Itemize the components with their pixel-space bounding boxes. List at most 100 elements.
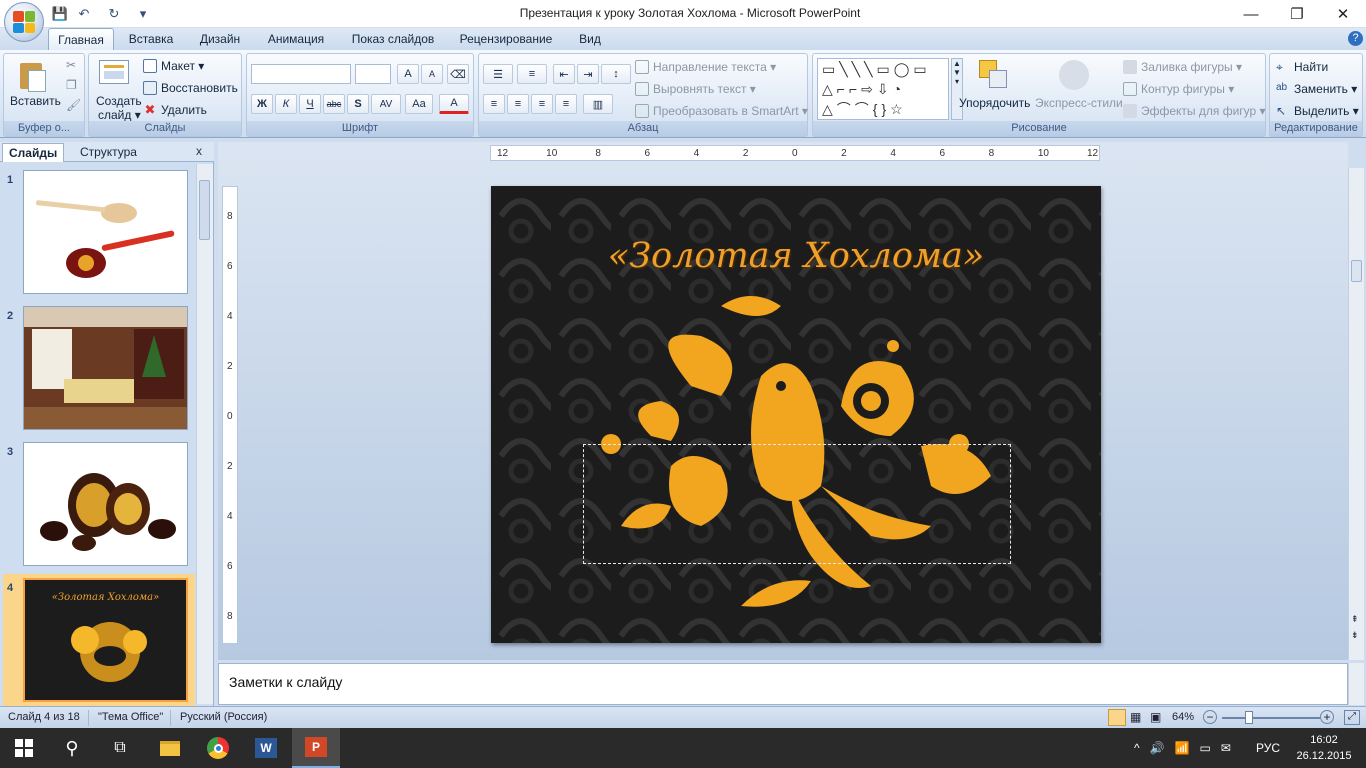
grow-font-button[interactable]: A xyxy=(397,64,419,84)
new-slide-button[interactable]: Создать xyxy=(96,94,142,108)
slides-pane-scrollbar[interactable] xyxy=(196,164,213,704)
replace-button[interactable]: ab Заменить ▾ xyxy=(1276,82,1357,96)
next-slide-icon[interactable]: ⇟ xyxy=(1351,630,1359,641)
search-icon[interactable]: ⚲ xyxy=(48,728,96,768)
shape-outline-button[interactable]: Контур фигуры ▾ xyxy=(1123,82,1234,96)
font-color-button[interactable]: A xyxy=(439,94,469,114)
task-view-icon[interactable]: ⧉ xyxy=(96,728,144,768)
columns-icon[interactable]: ▥ xyxy=(583,94,613,114)
tab-view[interactable]: Вид xyxy=(566,28,614,50)
minimize-button[interactable]: — xyxy=(1228,0,1274,28)
bullets-icon[interactable]: ☰ xyxy=(483,64,513,84)
align-text-button[interactable]: Выровнять текст ▾ xyxy=(635,82,756,96)
battery-icon[interactable]: ▭ xyxy=(1200,741,1211,755)
cut-icon[interactable]: ✂ xyxy=(66,58,76,72)
shapes-gallery[interactable]: ▭╲╲╲▭◯▭ △⌐⌐⇨⇩◔ △⌒⌒{}☆ xyxy=(817,58,949,120)
reset-button[interactable]: Восстановить xyxy=(143,81,238,95)
slideshow-icon[interactable]: ▣ xyxy=(1150,710,1161,724)
show-hidden-icon[interactable]: ^ xyxy=(1134,741,1140,755)
line-spacing-icon[interactable]: ↕ xyxy=(601,64,631,84)
clock[interactable]: 16:02 26.12.2015 xyxy=(1296,732,1352,764)
text-direction-button[interactable]: Направление текста ▾ xyxy=(635,60,776,74)
shadow-button[interactable]: S xyxy=(347,94,369,114)
align-right-icon[interactable]: ≡ xyxy=(531,94,553,114)
notes-scrollbar[interactable] xyxy=(1348,663,1364,705)
office-button[interactable] xyxy=(4,2,44,42)
tab-home[interactable]: Главная xyxy=(48,28,114,50)
maximize-button[interactable]: ❐ xyxy=(1274,0,1320,28)
tab-design[interactable]: Дизайн xyxy=(188,28,252,50)
shape-effects-button[interactable]: Эффекты для фигур ▾ xyxy=(1123,104,1266,118)
increase-indent-icon[interactable]: ⇥ xyxy=(577,64,599,84)
powerpoint-icon[interactable]: P xyxy=(292,728,340,768)
tab-animation[interactable]: Анимация xyxy=(256,28,336,50)
copy-icon[interactable]: ❐ xyxy=(66,78,77,92)
change-case-button[interactable]: Aa xyxy=(405,94,433,114)
help-icon[interactable]: ? xyxy=(1348,31,1363,46)
select-button[interactable]: ↖ Выделить ▾ xyxy=(1276,104,1359,118)
current-slide[interactable]: «Золотая Хохлома» xyxy=(491,186,1101,643)
wifi-icon[interactable]: 📶 xyxy=(1175,741,1190,755)
clear-format-icon[interactable]: ⌫ xyxy=(447,64,469,84)
editor-scroll-thumb[interactable] xyxy=(1351,260,1362,282)
zoom-slider-track[interactable] xyxy=(1222,717,1320,719)
arrange-button[interactable]: Упорядочить xyxy=(959,96,1030,110)
align-left-icon[interactable]: ≡ xyxy=(483,94,505,114)
text-placeholder[interactable] xyxy=(583,444,1011,564)
slide-thumbnail-3[interactable] xyxy=(23,442,188,566)
tray-icons[interactable]: ^ 🔊 📶 ▭ ✉ xyxy=(1134,728,1239,768)
prev-slide-icon[interactable]: ⇞ xyxy=(1351,614,1359,625)
save-icon[interactable]: 💾 xyxy=(50,5,70,23)
slide-sorter-icon[interactable]: ▦ xyxy=(1130,710,1141,724)
bold-button[interactable]: Ж xyxy=(251,94,273,114)
slide-thumbnail-1[interactable] xyxy=(23,170,188,294)
find-button[interactable]: ⌖ Найти xyxy=(1276,60,1328,74)
word-icon[interactable]: W xyxy=(242,728,290,768)
scroll-thumb[interactable] xyxy=(199,180,210,240)
strikethrough-button[interactable]: abc xyxy=(323,94,345,114)
new-slide-dropdown[interactable]: слайд ▾ xyxy=(98,108,141,122)
layout-button[interactable]: Макет ▾ xyxy=(143,59,204,73)
slide-thumbnail-4[interactable]: «Золотая Хохлома» xyxy=(23,578,188,702)
char-spacing-button[interactable]: AV xyxy=(371,94,401,114)
align-center-icon[interactable]: ≡ xyxy=(507,94,529,114)
tab-outline[interactable]: Структура xyxy=(74,143,143,162)
quick-styles-button[interactable]: Экспресс-стили xyxy=(1035,96,1123,110)
numbering-icon[interactable]: ≡ xyxy=(517,64,547,84)
smartart-button[interactable]: Преобразовать в SmartArt ▾ xyxy=(635,104,808,118)
zoom-level[interactable]: 64% xyxy=(1172,711,1194,723)
redo-icon[interactable]: ↻ xyxy=(104,5,124,23)
tab-insert[interactable]: Вставка xyxy=(118,28,184,50)
shapes-scroll[interactable]: ▲ ▼ ▾ xyxy=(951,58,963,120)
slide-thumbnail-2[interactable] xyxy=(23,306,188,430)
tab-review[interactable]: Рецензирование xyxy=(450,28,562,50)
underline-button[interactable]: Ч xyxy=(299,94,321,114)
fit-to-window-icon[interactable]: ⤢ xyxy=(1344,710,1360,725)
paste-button[interactable]: Вставить xyxy=(10,94,61,108)
zoom-slider-thumb[interactable] xyxy=(1245,711,1253,724)
zoom-in-icon[interactable]: + xyxy=(1320,710,1334,724)
italic-button[interactable]: К xyxy=(275,94,297,114)
tab-slides[interactable]: Слайды xyxy=(2,143,65,162)
notes-pane[interactable]: Заметки к слайду xyxy=(218,663,1348,705)
chrome-icon[interactable] xyxy=(194,728,242,768)
windows-start-icon[interactable] xyxy=(0,728,48,768)
font-size-combo[interactable] xyxy=(355,64,391,84)
shrink-font-button[interactable]: A xyxy=(421,64,443,84)
decrease-indent-icon[interactable]: ⇤ xyxy=(553,64,575,84)
language-status[interactable]: Русский (Россия) xyxy=(180,711,267,723)
normal-view-icon[interactable] xyxy=(1108,709,1126,726)
zoom-out-icon[interactable]: − xyxy=(1203,710,1217,724)
close-pane-icon[interactable]: x xyxy=(196,144,202,158)
font-name-combo[interactable] xyxy=(251,64,351,84)
file-explorer-icon[interactable] xyxy=(146,728,194,768)
notification-icon[interactable]: ✉ xyxy=(1221,741,1231,755)
editor-scrollbar[interactable]: ⇞ ⇟ xyxy=(1348,168,1364,660)
keyboard-language[interactable]: РУС xyxy=(1256,728,1280,768)
delete-slide-button[interactable]: ✖ Удалить xyxy=(143,103,207,118)
format-painter-icon[interactable]: 🖌 xyxy=(66,98,81,112)
justify-icon[interactable]: ≡ xyxy=(555,94,577,114)
close-button[interactable]: ✕ xyxy=(1320,0,1366,28)
tab-slideshow[interactable]: Показ слайдов xyxy=(340,28,446,50)
volume-icon[interactable]: 🔊 xyxy=(1150,741,1165,755)
